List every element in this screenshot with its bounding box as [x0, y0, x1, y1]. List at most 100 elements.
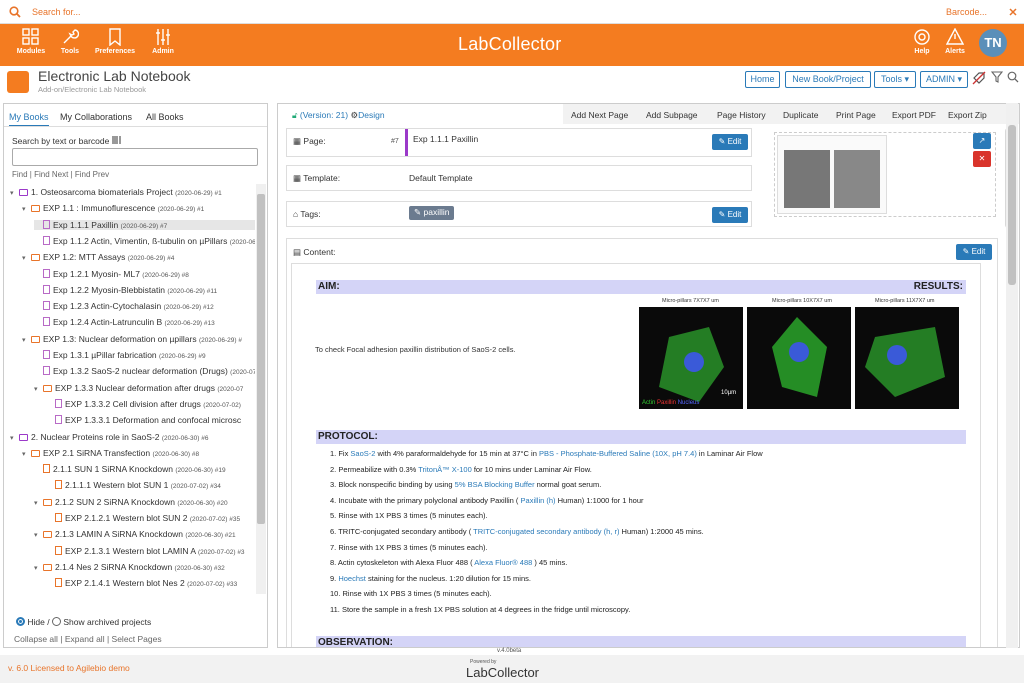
barcode-input[interactable]: Barcode...	[946, 7, 987, 17]
edit-tags-button[interactable]: ✎ Edit	[712, 207, 748, 223]
close-icon[interactable]	[1009, 8, 1017, 16]
tree-item[interactable]: Exp 1.2.4 Actin-Latrunculin B (2020-06-2…	[34, 317, 215, 327]
filter-icon[interactable]	[991, 71, 1003, 83]
tree-toggle[interactable]: ▾	[22, 254, 29, 262]
window-scrollbar[interactable]	[1006, 103, 1018, 648]
tree-item-label: EXP 1.3: Nuclear deformation on µpillars	[43, 333, 199, 344]
select-pages-link[interactable]: Select Pages	[112, 634, 162, 644]
content-label-text: Content:	[303, 247, 336, 257]
tab-my-books[interactable]: My Books	[9, 112, 49, 127]
tab-my-collaborations[interactable]: My Collaborations	[60, 112, 132, 122]
tree-item[interactable]: ▾ EXP 1.2: MTT Assays (2020-06-29) #4	[22, 252, 174, 262]
alerts-button[interactable]: Alerts	[942, 28, 968, 55]
tree-item[interactable]: 2.1.1.1 Western blot SUN 1 (2020-07-02) …	[46, 480, 221, 490]
find-link[interactable]: Find	[12, 170, 28, 179]
tree-item[interactable]: ▾ EXP 1.1 : Immunoflurescence (2020-06-29…	[22, 203, 204, 213]
tree-item[interactable]: Exp 1.2.3 Actin-Cytochalasin (2020-06-29…	[34, 301, 214, 311]
tree-item-label: EXP 1.3.3.2 Cell division after drugs	[65, 398, 204, 409]
modules-button[interactable]: Modules	[14, 28, 48, 55]
window-scrollbar-thumb[interactable]	[1008, 125, 1016, 285]
tree-item[interactable]: EXP 1.3.3.1 Deformation and confocal mic…	[46, 415, 241, 425]
help-button[interactable]: Help	[910, 28, 934, 55]
tree-item[interactable]: Exp 1.1.2 Actin, Vimentin, ß-tubulin on …	[34, 235, 255, 246]
tools-button[interactable]: Tools	[57, 28, 83, 55]
reagent-link[interactable]: Paxillin (h)	[521, 496, 556, 505]
version-link[interactable]: (Version: 21)	[300, 110, 348, 120]
attachment-thumbnail[interactable]	[777, 135, 887, 214]
archive-options: Hide / Show archived projects	[16, 617, 151, 627]
tree-item[interactable]: Exp 1.3.2 SaoS-2 nuclear deformation (Dr…	[34, 366, 255, 376]
tree-item[interactable]: ▾ 2.1.2 SUN 2 SiRNA Knockdown (2020-06-30…	[34, 497, 228, 507]
preferences-button[interactable]: Preferences	[90, 28, 140, 55]
page-history-button[interactable]: Page History	[717, 110, 766, 120]
tree-toggle[interactable]: ▾	[22, 450, 29, 458]
tree-item[interactable]: Exp 1.1.1 Paxillin (2020-06-29) #7	[34, 219, 255, 230]
tree-toggle[interactable]: ▾	[34, 385, 41, 393]
tree-item[interactable]: ▾ EXP 1.3: Nuclear deformation on µpillar…	[22, 334, 242, 344]
tree-item[interactable]: EXP 2.1.2.1 Western blot SUN 2 (2020-07-…	[46, 513, 240, 523]
tree-item[interactable]: ▾ 2.1.3 LAMIN A SiRNA Knockdown (2020-06-…	[34, 529, 236, 539]
search-icon[interactable]	[9, 6, 21, 18]
tree-toggle[interactable]: ▾	[34, 531, 41, 539]
edit-content-button[interactable]: ✎ Edit	[956, 244, 992, 260]
tree-toggle[interactable]: ▾	[34, 564, 41, 572]
scrollbar-thumb[interactable]	[257, 194, 265, 524]
design-link[interactable]: Design	[358, 110, 384, 120]
tree-toggle[interactable]: ▾	[10, 189, 17, 197]
tree-item[interactable]: ▾ 1. Osteosarcoma biomaterials Project (2…	[10, 187, 222, 197]
show-archived-radio[interactable]	[51, 617, 61, 626]
tree-item[interactable]: Exp 1.3.1 µPillar fabrication (2020-06-2…	[34, 350, 206, 360]
no-tags-icon[interactable]	[972, 71, 986, 85]
tree-item[interactable]: ▾ EXP 2.1 SiRNA Transfection (2020-06-30)…	[22, 448, 199, 458]
find-next-link[interactable]: Find Next	[34, 170, 68, 179]
tree-item-label: Exp 1.2.4 Actin-Latrunculin B	[53, 317, 165, 328]
edit-page-button[interactable]: ✎ Edit	[712, 134, 748, 150]
admin-dropdown[interactable]: ADMIN ▾	[920, 71, 968, 88]
hide-radio[interactable]	[16, 617, 25, 626]
tree-toggle[interactable]: ▾	[22, 336, 29, 344]
tree-toggle[interactable]: ▾	[22, 205, 29, 213]
avatar[interactable]: TN	[979, 29, 1007, 57]
search-input[interactable]: Search for...	[32, 7, 81, 17]
reagent-link[interactable]: Alexa Fluor® 488	[474, 558, 532, 567]
tree-item[interactable]: Exp 1.2.1 Myosin- ML7 (2020-06-29) #8	[34, 268, 189, 279]
reagent-link[interactable]: 5% BSA Blocking Buffer	[455, 480, 535, 489]
tree-item[interactable]: ▾ 2. Nuclear Proteins role in SaoS-2 (202…	[10, 432, 209, 442]
tree-scrollbar[interactable]	[256, 184, 266, 594]
tree-item[interactable]: EXP 1.3.3.2 Cell division after drugs (2…	[46, 398, 241, 409]
reagent-link[interactable]: Hoechst	[338, 574, 366, 583]
open-external-button[interactable]: ↗	[973, 133, 991, 149]
tree-toggle[interactable]: ▾	[10, 434, 17, 442]
add-next-page-button[interactable]: Add Next Page	[571, 110, 628, 120]
reagent-link[interactable]: TRITC-conjugated secondary antibody (h, …	[473, 527, 619, 536]
home-button[interactable]: Home	[745, 71, 780, 88]
expand-all-link[interactable]: Expand all	[65, 634, 105, 644]
tag-badge[interactable]: ✎ paxillin	[409, 206, 455, 220]
tree-item[interactable]: ▾ 2.1.4 Nes 2 SiRNA Knockdown (2020-06-30…	[34, 562, 225, 572]
search-icon[interactable]	[1007, 71, 1019, 83]
export-pdf-button[interactable]: Export PDF	[892, 110, 936, 120]
reagent-link[interactable]: SaoS-2	[350, 449, 375, 458]
tree-item[interactable]: Exp 1.2.2 Myosin-Blebbistatin (2020-06-2…	[34, 284, 217, 295]
duplicate-button[interactable]: Duplicate	[783, 110, 818, 120]
tree-item[interactable]: 2.1.1 SUN 1 SiRNA Knockdown (2020-06-30)…	[34, 464, 226, 474]
tree-toggle[interactable]: ▾	[34, 499, 41, 507]
delete-button[interactable]: ✕	[973, 151, 991, 167]
reagent-link[interactable]: TritonÂ™ X-100	[418, 465, 472, 474]
tree-item[interactable]: EXP 2.1.4.1 Western blot Nes 2 (2020-07-…	[46, 578, 237, 588]
find-prev-link[interactable]: Find Prev	[75, 170, 109, 179]
export-zip-button[interactable]: Export Zip	[948, 110, 987, 120]
tree-search-input[interactable]	[12, 148, 258, 166]
collapse-all-link[interactable]: Collapse all	[14, 634, 58, 644]
admin-button[interactable]: Admin	[148, 28, 178, 55]
tree-item[interactable]: ▾ EXP 1.3.3 Nuclear deformation after dru…	[34, 383, 243, 393]
tools-dropdown[interactable]: Tools ▾	[874, 71, 916, 88]
new-book-button[interactable]: New Book/Project	[785, 71, 871, 88]
admin-label: Admin	[152, 48, 174, 55]
tab-all-books[interactable]: All Books	[146, 112, 184, 122]
reagent-link[interactable]: PBS - Phosphate-Buffered Saline (10X, pH…	[539, 449, 697, 458]
print-page-button[interactable]: Print Page	[836, 110, 876, 120]
tree-item[interactable]: EXP 2.1.3.1 Western blot LAMIN A (2020-0…	[46, 545, 245, 556]
add-subpage-button[interactable]: Add Subpage	[646, 110, 698, 120]
barcode-icon[interactable]	[112, 136, 122, 144]
